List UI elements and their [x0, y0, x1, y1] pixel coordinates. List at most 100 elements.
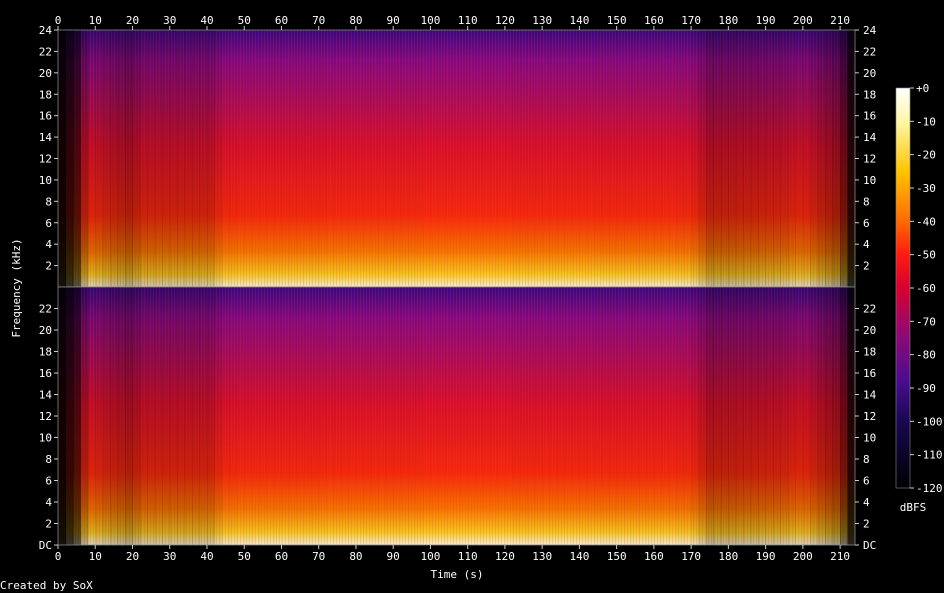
spectrogram-slice [274, 287, 282, 545]
spectrogram-slice [363, 287, 372, 545]
spectrogram-slice [162, 287, 171, 545]
spectrogram-slice [557, 287, 566, 545]
y-tick-label-right-ch2: 4 [863, 496, 870, 509]
x-tick-label-bottom: 90 [387, 550, 400, 563]
spectrogram-slice [832, 30, 841, 287]
spectrogram-slice [519, 30, 528, 287]
y-tick-label-left-ch1: 22 [39, 45, 52, 58]
y-tick-label-left-ch1: 18 [39, 88, 52, 101]
spectrogram-slice [445, 287, 454, 545]
spectrogram-slice [58, 30, 66, 287]
spectrogram-slice [139, 287, 148, 545]
spectrogram-slice [311, 287, 320, 545]
spectrogram-slice [162, 30, 171, 287]
x-tick-label-bottom: 50 [238, 550, 251, 563]
y-tick-label-left-ch1: 16 [39, 110, 52, 123]
y-tick-label-right-ch1: 8 [863, 195, 870, 208]
spectrogram-slice [385, 30, 394, 287]
y-tick-label-right-ch1: 22 [863, 45, 876, 58]
x-tick-label-top: 130 [532, 14, 552, 27]
spectrogram-slice [497, 30, 506, 287]
y-tick-label-left-ch1: 8 [45, 195, 52, 208]
spectrogram-slice [653, 30, 662, 287]
spectrogram-slice [370, 30, 379, 287]
spectrogram-slice [437, 287, 446, 545]
spectrogram-slice [586, 287, 595, 545]
spectrogram-slice [616, 287, 625, 545]
spectrogram-slice [467, 287, 476, 545]
spectrogram-slice [236, 30, 245, 287]
x-tick-label-bottom: 120 [495, 550, 515, 563]
y-tick-label-right-ch2: 18 [863, 346, 876, 359]
spectrogram-slice [780, 287, 789, 545]
spectrogram-slice [147, 287, 156, 545]
spectrogram-slice [378, 30, 387, 287]
spectrogram-slice [221, 287, 230, 545]
spectrogram-slice [184, 30, 193, 287]
spectrogram-slice [683, 30, 692, 287]
spectrogram-slice [139, 30, 148, 287]
spectrogram-slice [534, 30, 543, 287]
x-tick-label-bottom: 160 [644, 550, 664, 563]
spectrogram-slice [184, 287, 193, 545]
x-tick-label-top: 210 [830, 14, 850, 27]
spectrogram-slice [393, 287, 402, 545]
spectrogram-slice [72, 30, 81, 287]
spectrogram-slice [333, 30, 342, 287]
spectrogram-slice [452, 287, 461, 545]
spectrogram-slice [110, 287, 119, 545]
spectrogram-slice [393, 30, 402, 287]
x-tick-label-top: 20 [126, 14, 139, 27]
y-tick-label-right-ch2: 16 [863, 367, 876, 380]
x-tick-label-top: 170 [681, 14, 701, 27]
y-tick-label-left-ch2: 4 [45, 496, 52, 509]
spectrogram-slice [661, 30, 670, 287]
spectrogram-slice [765, 287, 774, 545]
spectrogram-slice [527, 30, 536, 287]
x-axis-label: Time (s) [431, 568, 484, 581]
spectrogram-slice [638, 30, 647, 287]
x-tick-label-top: 200 [793, 14, 813, 27]
x-tick-label-bottom: 30 [163, 550, 176, 563]
spectrogram-slice [415, 287, 424, 545]
spectrogram-slice [676, 287, 685, 545]
x-tick-label-bottom: 200 [793, 550, 813, 563]
y-tick-label-right-ch2: 10 [863, 432, 876, 445]
spectrogram-slice [601, 287, 610, 545]
colorbar: +0 -10 -20 -30 -40 -50 -60 -70 -80 -90 -100 -110 -12… [895, 82, 943, 495]
spectrogram-slice [676, 30, 685, 287]
x-tick-label-top: 190 [756, 14, 776, 27]
y-tick-label-right-ch2: 20 [863, 324, 876, 337]
x-tick-label-top: 40 [200, 14, 213, 27]
colorbar-tick-label: +0 [916, 82, 929, 95]
x-tick-label-bottom: 190 [756, 550, 776, 563]
spectrogram-slice [802, 30, 811, 287]
x-tick-label-top: 100 [420, 14, 440, 27]
y-tick-label-right-ch1: 12 [863, 153, 876, 166]
spectrogram-slice [787, 30, 796, 287]
spectrogram-slice [564, 30, 573, 287]
x-tick-label-bottom: 80 [349, 550, 362, 563]
spectrogram-slice [832, 287, 841, 545]
spectrogram-slice [720, 30, 729, 287]
spectrogram-slice [810, 287, 819, 545]
spectrogram-slice [460, 287, 469, 545]
y-tick-label-left-ch2: 2 [45, 518, 52, 531]
spectrogram-slice [117, 30, 126, 287]
spectrogram-slice [199, 30, 208, 287]
y-tick-label-right-ch1: 2 [863, 260, 870, 273]
spectrogram-slice [169, 30, 178, 287]
x-tick-label-top: 120 [495, 14, 515, 27]
spectrogram-slice [422, 287, 431, 545]
spectrogram-slice [594, 287, 603, 545]
y-tick-label-left-ch2: 20 [39, 324, 52, 337]
x-tick-label-top: 160 [644, 14, 664, 27]
spectrogram-slice [773, 30, 782, 287]
spectrogram-slice [348, 30, 357, 287]
spectrogram-slice [482, 287, 491, 545]
y-tick-label-left-ch2: 6 [45, 475, 52, 488]
spectrogram-slice [58, 287, 66, 545]
y-tick-label-left-ch1: 2 [45, 260, 52, 273]
y-tick-label-right-ch2: 14 [863, 389, 877, 402]
colorbar-tick-label: -120 [916, 482, 943, 495]
